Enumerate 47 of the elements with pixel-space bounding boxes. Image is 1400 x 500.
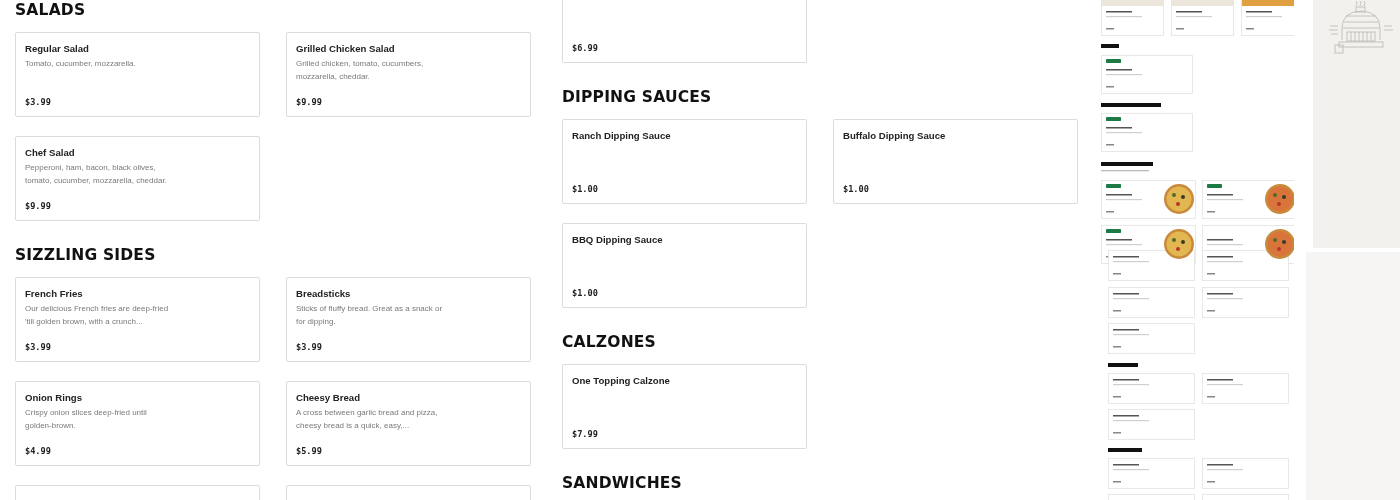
- item-name: Onion Rings: [25, 392, 84, 404]
- section-heading: CALZONES: [562, 332, 656, 352]
- menu-item-card[interactable]: Ranch Dipping Sauce $1.00: [562, 119, 807, 204]
- item-price: $3.99: [25, 342, 52, 352]
- item-description: Pepperoni, ham, bacon, black olives, tomato, cucumber, mozzarella, cheddar.: [25, 162, 168, 187]
- section-heading: SANDWICHES: [562, 473, 682, 493]
- item-price: $6.99: [572, 43, 599, 53]
- item-description: Sticks of fluffy bread. Great as a snack or for dipping.: [296, 303, 444, 328]
- menu-item-card[interactable]: Cheesy Bread A cross between garlic bread and pizza, cheesy bread is a quick, easy,... $5.99: [286, 381, 531, 466]
- menu-item-card[interactable]: Grilled Chicken Salad Grilled chicken, tomato, cucumbers, mozzarella, cheddar. $9.99: [286, 32, 531, 117]
- item-name: Cheesy Bread: [296, 392, 361, 404]
- item-price: $5.99: [296, 446, 323, 456]
- item-description: Our delicious French fries are deep-fried 'till golden brown, with a crunch...: [25, 303, 170, 328]
- menu-item-card[interactable]: Buffalo Dipping Sauce $1.00: [833, 119, 1078, 204]
- item-name: Breadsticks: [296, 288, 352, 300]
- item-name: BBQ Dipping Sauce: [572, 234, 664, 246]
- menu-item-card[interactable]: Chef Salad Pepperoni, ham, bacon, black olives, tomato, cucumber, mozzarella, cheddar. $9.99: [15, 136, 260, 221]
- item-price: $1.00: [572, 184, 599, 194]
- menu-item-card[interactable]: One Topping Calzone $7.99: [562, 364, 807, 449]
- item-price: $3.99: [25, 97, 52, 107]
- item-name: Ranch Dipping Sauce: [572, 130, 672, 142]
- item-price: $9.99: [296, 97, 323, 107]
- menu-item-card[interactable]: BBQ Dipping Sauce $1.00: [562, 223, 807, 308]
- section-heading: SALADS: [15, 0, 86, 20]
- item-name: French Fries: [25, 288, 84, 300]
- menu-item-card[interactable]: French Fries Our delicious French fries are deep-fried 'till golden brown, with a crunch... $3.99: [15, 277, 260, 362]
- item-description: Crispy onion slices deep-fried until golden-brown.: [25, 407, 148, 432]
- menu-item-card[interactable]: $6.99: [562, 0, 807, 63]
- item-description: Tomato, cucumber, mozzarella.: [25, 58, 137, 70]
- menu-item-card[interactable]: Regular Salad Tomato, cucumber, mozzarella. $3.99: [15, 32, 260, 117]
- section-heading: DIPPING SAUCES: [562, 87, 712, 107]
- item-price: $1.00: [843, 184, 870, 194]
- section-heading: SIZZLING SIDES: [15, 245, 156, 265]
- item-name: Chef Salad: [25, 147, 76, 159]
- item-price: $9.99: [25, 201, 52, 211]
- item-price: $4.99: [25, 446, 52, 456]
- item-price: $3.99: [296, 342, 323, 352]
- item-name: Regular Salad: [25, 43, 90, 55]
- item-name: Buffalo Dipping Sauce: [843, 130, 947, 142]
- item-price: $1.00: [572, 288, 599, 298]
- menu-item-card[interactable]: Onion Rings Crispy onion slices deep-fried until golden-brown. $4.99: [15, 381, 260, 466]
- menu-item-card[interactable]: Breadsticks Sticks of fluffy bread. Great as a snack or for dipping. $3.99: [286, 277, 531, 362]
- item-price: $7.99: [572, 429, 599, 439]
- item-description: Grilled chicken, tomato, cucumbers, mozzarella, cheddar.: [296, 58, 425, 83]
- item-name: One Topping Calzone: [572, 375, 671, 387]
- item-name: Grilled Chicken Salad: [296, 43, 396, 55]
- item-description: A cross between garlic bread and pizza, cheesy bread is a quick, easy,...: [296, 407, 439, 432]
